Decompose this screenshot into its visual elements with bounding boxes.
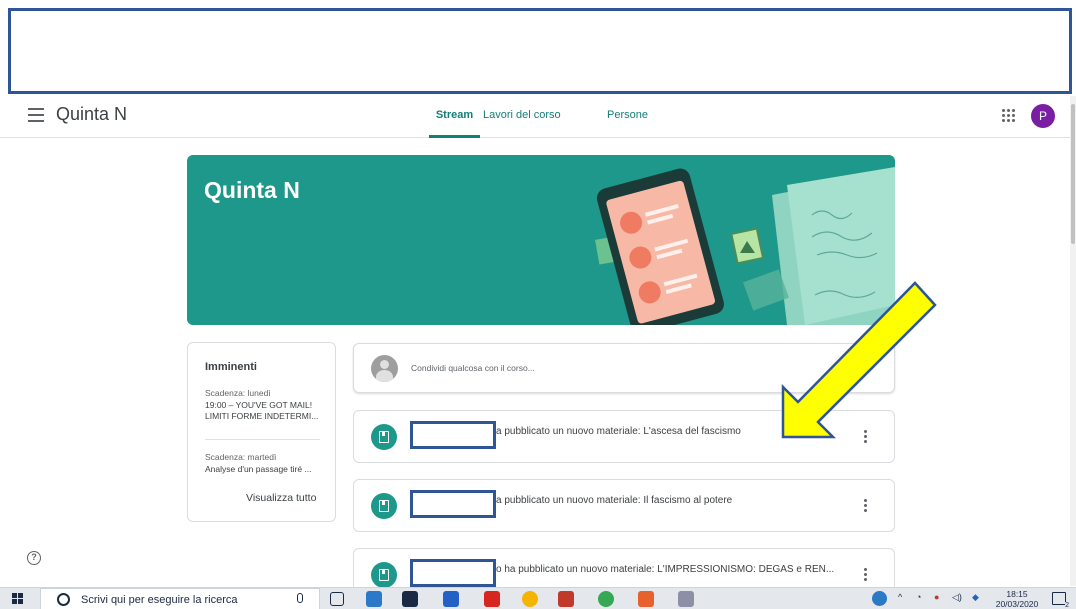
tab-people[interactable]: Persone <box>607 96 648 138</box>
material-icon <box>371 562 397 588</box>
due-label: Scadenza: martedì <box>205 452 277 462</box>
redaction-frame-top <box>8 8 1072 94</box>
taskbar-search-placeholder[interactable]: Scrivi qui per eseguire la ricerca <box>81 594 238 606</box>
dropbox-icon[interactable] <box>443 591 459 607</box>
paint-icon[interactable] <box>638 591 654 607</box>
page-scrollbar[interactable] <box>1070 96 1076 586</box>
windows-taskbar: Scrivi qui per eseguire la ricerca ^ ◔ ●… <box>0 587 1076 609</box>
account-avatar[interactable]: P <box>1031 104 1055 128</box>
clock-date: 20/03/2020 <box>995 599 1039 609</box>
security-icon[interactable]: ● <box>934 592 939 602</box>
more-options-icon[interactable] <box>864 568 868 584</box>
clock-time: 18:15 <box>1006 589 1028 599</box>
material-icon <box>371 493 397 519</box>
due-label: Scadenza: lunedì <box>205 388 271 398</box>
material-icon <box>371 424 397 450</box>
scrollbar-thumb[interactable] <box>1071 104 1075 244</box>
post-text[interactable]: a pubblicato un nuovo materiale: L'asces… <box>496 426 741 437</box>
stream-post[interactable]: a pubblicato un nuovo materiale: Il fasc… <box>353 479 895 532</box>
dropbox-tray-icon[interactable]: ◆ <box>972 592 979 603</box>
windows-start-icon[interactable] <box>12 593 24 605</box>
share-placeholder[interactable]: Condividi qualcosa con il corso... <box>411 363 535 373</box>
view-all-link[interactable]: Visualizza tutto <box>246 492 316 504</box>
upcoming-item[interactable]: 19:00 – YOU'VE GOT MAIL! LIMITI FORME IN… <box>205 400 321 422</box>
upcoming-card: Imminenti Scadenza: lunedì 19:00 – YOU'V… <box>187 342 336 522</box>
help-tray-icon[interactable] <box>872 591 887 606</box>
tab-stream[interactable]: Stream <box>429 96 480 138</box>
acrobat-icon[interactable] <box>484 591 500 607</box>
class-title[interactable]: Quinta N <box>56 104 127 125</box>
share-box[interactable]: Condividi qualcosa con il corso... <box>353 343 895 393</box>
stream-post[interactable]: a pubblicato un nuovo materiale: L'asces… <box>353 410 895 463</box>
header: Quinta N Stream Lavori del corso Persone… <box>0 96 1070 138</box>
more-options-icon[interactable] <box>864 430 868 446</box>
notification-icon[interactable]: 2 <box>1052 592 1069 609</box>
help-icon[interactable]: ? <box>27 551 41 565</box>
notification-count: 2 <box>1065 602 1069 609</box>
microphone-icon[interactable] <box>297 593 303 603</box>
file-explorer-icon[interactable] <box>366 591 382 607</box>
hamburger-menu-icon[interactable] <box>28 108 44 122</box>
post-text[interactable]: o ha pubblicato un nuovo materiale: L'IM… <box>496 564 834 575</box>
user-avatar <box>371 355 398 382</box>
cortana-icon <box>57 593 70 606</box>
kaspersky-icon[interactable] <box>558 591 574 607</box>
redaction-box <box>410 559 496 587</box>
upcoming-item[interactable]: Analyse d'un passage tiré ... <box>205 464 321 475</box>
tab-classwork[interactable]: Lavori del corso <box>483 96 561 138</box>
upcoming-title: Imminenti <box>205 361 257 373</box>
task-view-icon[interactable] <box>330 592 344 606</box>
app-icon[interactable] <box>678 591 694 607</box>
volume-icon[interactable]: ◁) <box>952 592 962 603</box>
redaction-box <box>410 490 496 518</box>
post-text[interactable]: a pubblicato un nuovo materiale: Il fasc… <box>496 495 732 506</box>
banner-illustration <box>595 167 895 325</box>
store-icon[interactable] <box>402 591 418 607</box>
more-options-icon[interactable] <box>864 499 868 515</box>
divider <box>205 439 320 440</box>
apps-grid-icon[interactable] <box>1002 109 1016 123</box>
clock[interactable]: 18:15 20/03/2020 <box>992 589 1042 609</box>
network-icon[interactable]: ◔ <box>916 592 921 602</box>
page: Quinta N Stream Lavori del corso Persone… <box>0 0 1076 609</box>
class-banner: Quinta N <box>187 155 895 325</box>
chrome-active-icon[interactable] <box>598 591 614 607</box>
chrome-icon[interactable] <box>522 591 538 607</box>
redaction-box <box>410 421 496 449</box>
chevron-up-icon[interactable]: ^ <box>898 592 902 602</box>
taskbar-search-box[interactable]: Scrivi qui per eseguire la ricerca <box>40 588 320 609</box>
